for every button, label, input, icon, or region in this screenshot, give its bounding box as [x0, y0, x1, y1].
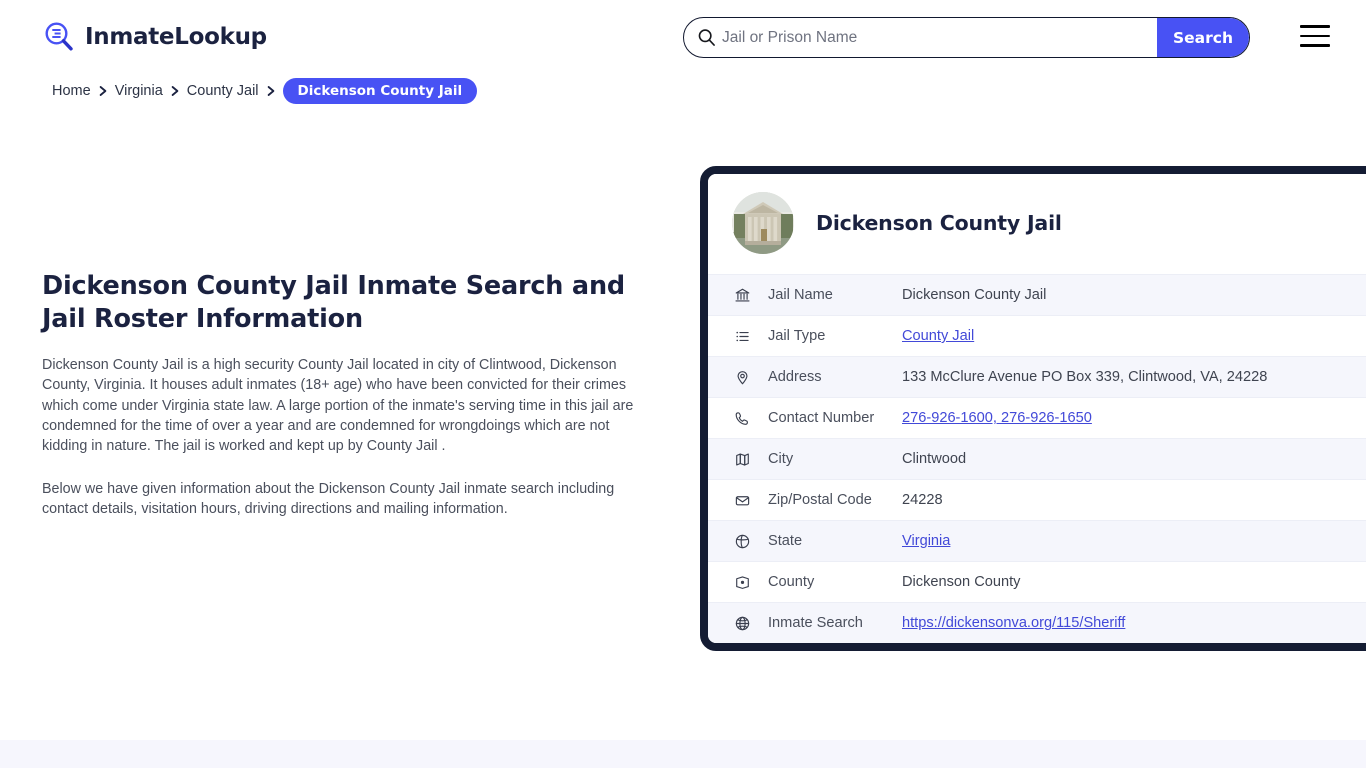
info-label: State	[768, 533, 803, 549]
card-title: Dickenson County Jail	[816, 211, 1062, 235]
info-row-jail-name: Jail Name Dickenson County Jail	[708, 274, 1366, 315]
envelope-icon	[731, 492, 753, 509]
info-value: Dickenson County Jail	[902, 287, 1047, 303]
info-label: Jail Name	[768, 287, 833, 303]
globe-icon	[731, 615, 753, 632]
brand-name: InmateLookup	[85, 24, 267, 50]
chevron-right-icon	[267, 85, 275, 97]
article-column: Dickenson County Jail Inmate Search and …	[42, 270, 642, 520]
hamburger-bar	[1300, 34, 1330, 38]
info-row-zip-postal-code: Zip/Postal Code 24228	[708, 479, 1366, 520]
info-row-jail-type: Jail Type County Jail	[708, 315, 1366, 356]
map-marker-icon	[731, 574, 753, 591]
hamburger-bar	[1300, 44, 1330, 47]
info-label: Zip/Postal Code	[768, 492, 872, 508]
breadcrumb: Home Virginia County Jail Dickenson Coun…	[0, 76, 1366, 106]
chevron-right-icon	[99, 85, 107, 97]
info-value: Dickenson County	[902, 574, 1021, 590]
info-value: 133 McClure Avenue PO Box 339, Clintwood…	[902, 369, 1268, 385]
compass-icon	[731, 533, 753, 550]
info-value[interactable]: https://dickensonva.org/115/Sheriff	[902, 615, 1125, 631]
info-row-inmate-search: Inmate Search https://dickensonva.org/115…	[708, 602, 1366, 643]
list-icon	[731, 328, 753, 345]
secondary-paragraph: Below we have given information about th…	[42, 481, 615, 518]
info-row-city: City Clintwood	[708, 438, 1366, 479]
search-button[interactable]: Search	[1157, 18, 1249, 57]
page-title: Dickenson County Jail Inmate Search and …	[42, 271, 625, 334]
info-value: 24228	[902, 492, 943, 508]
info-row-state: State Virginia	[708, 520, 1366, 561]
courthouse-photo-avatar	[732, 192, 794, 254]
info-label: Inmate Search	[768, 615, 863, 631]
info-label: Jail Type	[768, 328, 826, 344]
hamburger-bar	[1300, 25, 1330, 28]
map-pin-icon	[731, 369, 753, 386]
info-value[interactable]: County Jail	[902, 328, 974, 344]
search-list-logo-icon	[42, 20, 76, 54]
jail-info-table: Jail Name Dickenson County Jail Jail Type C…	[708, 274, 1366, 643]
map-icon	[731, 451, 753, 468]
info-label: Contact Number	[768, 410, 875, 426]
chevron-right-icon	[171, 85, 179, 97]
breadcrumb-item-home[interactable]: Home	[52, 83, 91, 99]
search-bar[interactable]: Search	[683, 17, 1250, 58]
info-label: City	[768, 451, 794, 467]
bank-icon	[731, 287, 753, 304]
breadcrumb-item-virginia[interactable]: Virginia	[115, 83, 163, 99]
search-icon	[684, 18, 722, 57]
info-row-county: County Dickenson County	[708, 561, 1366, 602]
info-label: Address	[768, 369, 822, 385]
site-header: InmateLookup Search	[0, 0, 1366, 74]
card-header: Dickenson County Jail	[708, 174, 1366, 274]
breadcrumb-item-county-jail[interactable]: County Jail	[187, 83, 259, 99]
breadcrumb-item-current: Dickenson County Jail	[282, 78, 478, 104]
info-value[interactable]: Virginia	[902, 533, 950, 549]
jail-info-card: Dickenson County Jail Jail Name Dickenson…	[700, 166, 1366, 651]
footer-band	[0, 740, 1366, 768]
info-row-address: Address 133 McClure Avenue PO Box 339, Cl…	[708, 356, 1366, 397]
search-input[interactable]	[722, 18, 1157, 57]
brand-logo[interactable]: InmateLookup	[42, 20, 267, 54]
info-row-contact-number: Contact Number 276-926-1600, 276-926-1650	[708, 397, 1366, 438]
hamburger-menu-icon[interactable]	[1300, 25, 1330, 47]
info-label: County	[768, 574, 815, 590]
info-value: Clintwood	[902, 451, 967, 467]
info-value[interactable]: 276-926-1600, 276-926-1650	[902, 410, 1092, 426]
phone-icon	[731, 410, 753, 427]
intro-paragraph: Dickenson County Jail is a high security…	[42, 357, 634, 455]
